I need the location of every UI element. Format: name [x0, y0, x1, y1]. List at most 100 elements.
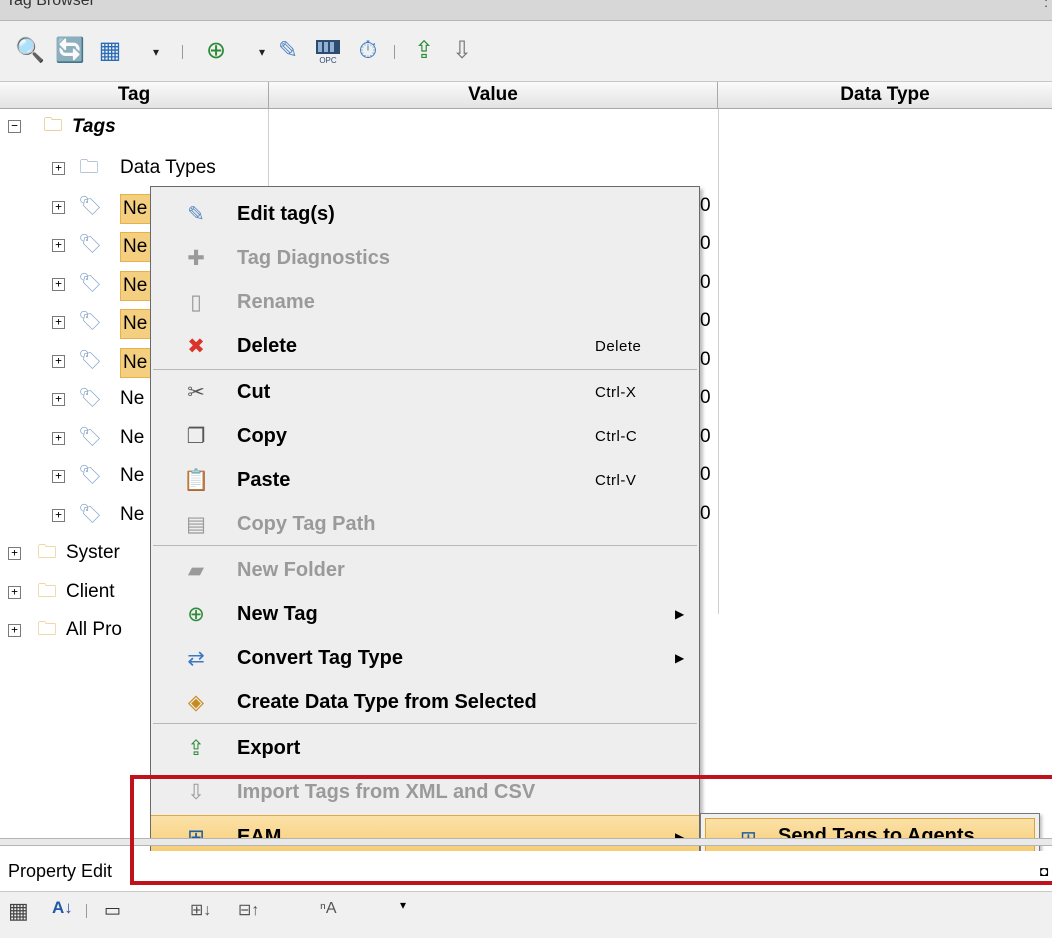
tag-value-cell[interactable]: 0 [700, 464, 711, 486]
diagnostics-icon: ✚ [187, 247, 205, 270]
toolbar-dropdown-icon[interactable]: ▾ [400, 898, 406, 912]
tree-item-label: Data Types [120, 157, 216, 178]
tree-root-row[interactable]: − 🗀 Tags [0, 112, 268, 150]
tag-value-cell[interactable]: 0 [700, 310, 711, 332]
new-folder-icon: ▰ [187, 559, 205, 582]
tag-value-cell[interactable]: 0 [700, 195, 711, 217]
menu-item-label: New Tag [237, 603, 318, 625]
tag-value-cell[interactable]: 0 [700, 503, 711, 525]
tag-value-cell[interactable]: 0 [700, 233, 711, 255]
opc-icon[interactable]: OPC [312, 35, 344, 67]
menu-item-export[interactable]: ⇪ Export [151, 727, 699, 771]
tag-icon: 🏷 [78, 388, 103, 409]
font-icon[interactable]: ⁿA [320, 900, 337, 918]
expand-toggle[interactable]: + [52, 162, 65, 175]
expand-toggle[interactable]: + [52, 200, 65, 214]
highlight-annotation-box [130, 775, 1052, 885]
property-editor-toolbar: ▦ A↓ ▭ ⊞↓ ⊟↑ ⁿA ▾ [0, 892, 1052, 938]
tag-value-cell[interactable]: 0 [700, 426, 711, 448]
tree-root-label: Tags [72, 116, 116, 137]
expand-toggle[interactable]: + [52, 354, 65, 368]
edit-tag-icon: ✎ [187, 203, 205, 226]
expand-toggle[interactable]: + [52, 239, 65, 252]
convert-icon: ⇄ [187, 647, 205, 670]
expand-toggle[interactable]: + [52, 277, 65, 291]
menu-item-label: Cut [237, 381, 271, 403]
find-icon[interactable]: 🔍 [14, 35, 46, 67]
tree-folder-label: All Pro [66, 619, 122, 640]
expand-toggle[interactable]: + [52, 470, 65, 483]
menu-item-label: Delete [237, 335, 298, 357]
tag-icon: 🏷 [78, 503, 103, 525]
sort-alpha-icon[interactable]: A↓ [52, 898, 73, 918]
create-datatype-icon: ◈ [187, 691, 205, 714]
timer-icon[interactable]: ⏱ [352, 35, 384, 67]
menu-item-shortcut: Ctrl-V [595, 472, 637, 489]
collapse-toggle[interactable]: − [8, 120, 21, 133]
cut-icon: ✂ [187, 381, 205, 404]
toolbar-separator [394, 45, 395, 59]
tag-value-cell[interactable]: 0 [700, 272, 711, 294]
tree-folder-row[interactable]: + 🗀 All Pro [0, 612, 150, 650]
tag-icon: 🏷 [78, 311, 103, 332]
expand-toggle[interactable]: + [8, 547, 21, 560]
export-icon[interactable]: ⇪ [408, 35, 440, 67]
menu-item-label: Export [237, 737, 301, 759]
menu-item-shortcut: Delete [595, 338, 642, 355]
expand-all-icon[interactable]: ⊞↓ [190, 900, 211, 920]
window-title: Tag Browser [6, 0, 95, 9]
view-options-dropdown-icon[interactable]: ▾ [150, 45, 162, 59]
menu-item-label: Rename [237, 291, 315, 313]
tag-value-cell[interactable]: 0 [700, 349, 711, 371]
tree-folder-row[interactable]: + 🗀 Data Types [0, 150, 268, 188]
export-icon: ⇪ [187, 737, 205, 760]
expand-toggle[interactable]: + [52, 393, 65, 406]
paste-icon: 📋 [183, 469, 210, 492]
column-header-datatype[interactable]: Data Type [718, 82, 1052, 108]
menu-item-label: Edit tag(s) [237, 203, 335, 225]
table-header: Tag Value Data Type [0, 82, 1052, 109]
menu-item-copy[interactable]: ❐ Copy Ctrl-C [151, 415, 699, 459]
menu-item-convert-tag-type[interactable]: ⇄ Convert Tag Type ▶ [151, 637, 699, 681]
submenu-arrow-icon: ▶ [675, 651, 685, 665]
menu-item-create-data-type-from-selected[interactable]: ◈ Create Data Type from Selected [151, 681, 699, 725]
menu-item-shortcut: Ctrl-X [595, 384, 637, 401]
import-icon[interactable]: ⇩ [446, 35, 478, 67]
add-tag-icon[interactable]: ⊕ [200, 35, 232, 67]
folder-icon: 🗀 [37, 619, 57, 640]
add-tag-dropdown-icon[interactable]: ▾ [256, 45, 268, 59]
menu-item-label: Copy Tag Path [237, 513, 376, 535]
menu-item-rename: ▯ Rename [151, 281, 699, 325]
menu-item-paste[interactable]: 📋 Paste Ctrl-V [151, 459, 699, 503]
expand-toggle[interactable]: + [52, 431, 65, 445]
tag-value-cell[interactable]: 0 [700, 387, 711, 409]
categorized-view-icon[interactable]: ▦ [8, 898, 29, 924]
property-editor-title: Property Edit [8, 861, 113, 881]
new-tag-icon: ⊕ [187, 603, 205, 626]
menu-item-label: New Folder [237, 559, 345, 581]
folder-icon: 🗀 [37, 580, 57, 602]
column-header-tag[interactable]: Tag [0, 82, 268, 108]
expand-toggle[interactable]: + [8, 624, 21, 637]
expand-toggle[interactable]: + [52, 508, 65, 522]
data-types-folder-icon: 🗀 [79, 157, 99, 178]
toolbar: 🔍 🔄 ▦ ▾ ⊕ ▾ ✎ OPC ⏱ ⇪ ⇩ [0, 21, 1052, 82]
menu-item-cut[interactable]: ✂ Cut Ctrl-X [151, 371, 699, 415]
edit-tag-icon[interactable]: ✎ [272, 35, 304, 67]
menu-item-delete[interactable]: ✖ Delete Delete [151, 325, 699, 369]
collapse-all-icon[interactable]: ⊟↑ [238, 900, 259, 920]
menu-item-label: Tag Diagnostics [237, 247, 390, 269]
menu-item-copy-tag-path: ▤ Copy Tag Path [151, 503, 699, 547]
property-list-icon[interactable]: ▭ [104, 900, 121, 921]
view-options-icon[interactable]: ▦ [94, 35, 126, 67]
tree-item-label: Ne [120, 426, 145, 448]
submenu-arrow-icon: ▶ [675, 607, 685, 621]
expand-toggle[interactable]: + [8, 585, 21, 599]
refresh-icon[interactable]: 🔄 [54, 35, 86, 67]
tree-folder-row[interactable]: + 🗀 Client [0, 574, 150, 612]
menu-item-edit-tag-s[interactable]: ✎ Edit tag(s) [151, 193, 699, 237]
tree-folder-row[interactable]: + 🗀 Syster [0, 535, 150, 573]
expand-toggle[interactable]: + [52, 316, 65, 329]
column-header-value[interactable]: Value [269, 82, 717, 108]
menu-item-new-tag[interactable]: ⊕ New Tag ▶ [151, 593, 699, 637]
